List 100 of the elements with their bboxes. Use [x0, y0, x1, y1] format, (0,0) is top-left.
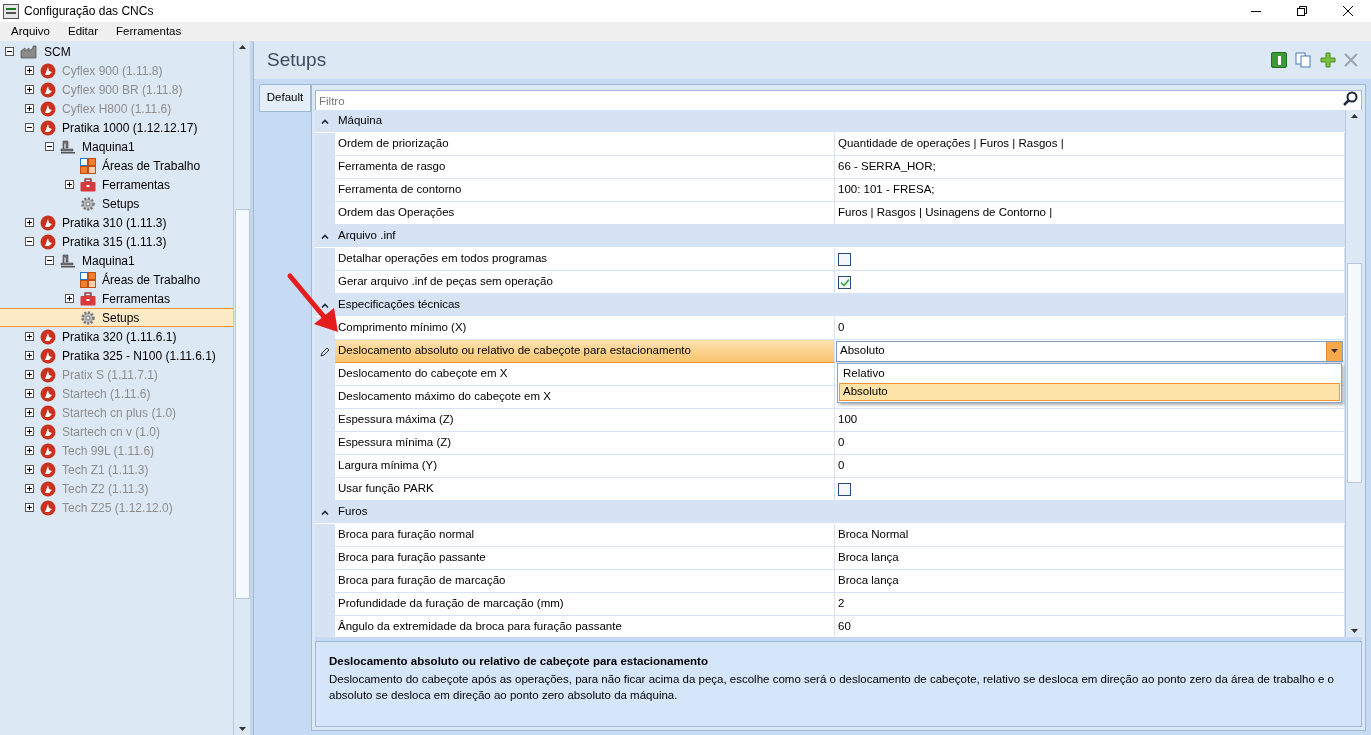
property-value: 66 - SERRA_HOR;	[835, 156, 1345, 179]
tree-item[interactable]: Ferramentas	[0, 289, 233, 308]
machine-icon	[60, 139, 76, 154]
tree-item[interactable]: Pratika 310 (1.11.3)	[0, 213, 233, 232]
tree-item[interactable]: Pratika 1000 (1.12.12.17)	[0, 118, 233, 137]
expand-button[interactable]	[25, 218, 34, 227]
factory-icon	[20, 44, 38, 59]
pencil-icon	[320, 346, 330, 357]
expand-button[interactable]	[25, 351, 34, 360]
logo-icon	[40, 404, 56, 421]
grid-icon	[80, 157, 96, 174]
expand-button[interactable]	[25, 332, 34, 341]
tree-item[interactable]: Pratika 320 (1.11.6.1)	[0, 327, 233, 346]
scrollbar[interactable]	[233, 41, 250, 735]
panel-title: Setups	[267, 47, 327, 72]
section-header[interactable]: Furos	[315, 501, 1345, 524]
property-row[interactable]: Detalhar operações em todos programas	[315, 248, 1345, 271]
tree-item[interactable]: Setups	[0, 194, 233, 213]
tree-item[interactable]: Maquina1	[0, 251, 233, 270]
scroll-down-icon[interactable]	[1350, 629, 1358, 633]
property-label: Detalhar operações em todos programas	[335, 248, 835, 271]
scroll-down-icon[interactable]	[238, 727, 246, 731]
collapse-button[interactable]	[25, 237, 34, 246]
scrollbar-thumb[interactable]	[234, 209, 250, 599]
add-icon[interactable]	[1320, 52, 1336, 68]
property-label: Usar função PARK	[335, 478, 835, 501]
tree-item[interactable]: SCM	[0, 42, 233, 61]
collapse-button[interactable]	[45, 256, 54, 265]
property-label: Gerar arquivo .inf de peças sem operação	[335, 271, 835, 294]
property-label: Broca para furação normal	[335, 524, 835, 547]
property-label: Ângulo da extremidade da broca para furação passante	[335, 616, 835, 637]
tree-item[interactable]: Maquina1	[0, 137, 233, 156]
property-row[interactable]: Usar função PARK	[315, 478, 1345, 501]
property-row[interactable]: Broca para furação passante Broca lança	[315, 547, 1345, 570]
gear-icon	[80, 195, 96, 212]
gear-icon	[80, 309, 96, 326]
checkbox[interactable]	[838, 482, 851, 496]
property-label: Largura mínima (Y)	[335, 455, 835, 478]
property-row[interactable]: Espessura máxima (Z) 100	[315, 409, 1345, 432]
tree-item[interactable]: Pratika 325 - N100 (1.11.6.1)	[0, 346, 233, 365]
property-row[interactable]: Gerar arquivo .inf de peças sem operação	[315, 271, 1345, 294]
property-row[interactable]: Ordem de priorização Quantidade de operações | Furos | Rasgos |	[315, 133, 1345, 156]
logo-icon	[40, 480, 56, 497]
property-value: 2	[835, 593, 1345, 616]
property-label: Deslocamento máximo do cabeçote em X	[335, 386, 835, 409]
dropdown-option[interactable]: Relativo	[839, 364, 1340, 383]
tab[interactable]: Default	[259, 84, 311, 112]
section-header[interactable]: Máquina	[315, 110, 1345, 133]
property-row[interactable]: Profundidade da furação de marcação (mm) 2	[315, 593, 1345, 616]
menu-item[interactable]: Editar	[61, 22, 106, 41]
property-row[interactable]: Comprimento mínimo (X) 0	[315, 317, 1345, 340]
property-row[interactable]: Largura mínima (Y) 0	[315, 455, 1345, 478]
toolbox-icon	[80, 177, 96, 192]
tree-item[interactable]: Setups	[0, 308, 233, 327]
scrollbar[interactable]	[1345, 110, 1362, 637]
search-icon[interactable]	[1342, 91, 1358, 107]
property-row[interactable]: Ângulo da extremidade da broca para furação passante 60	[315, 616, 1345, 637]
scroll-up-icon[interactable]	[1350, 114, 1358, 118]
checkbox[interactable]	[838, 252, 851, 266]
section-header[interactable]: Arquivo .inf	[315, 225, 1345, 248]
logo-icon	[40, 347, 56, 364]
property-row[interactable]: Broca para furação de marcação Broca lança	[315, 570, 1345, 593]
property-label: Broca para furação passante	[335, 547, 835, 570]
logo-icon	[40, 328, 56, 345]
tree-item[interactable]: Pratika 315 (1.11.3)	[0, 232, 233, 251]
scrollbar-thumb[interactable]	[1346, 263, 1362, 483]
property-row[interactable]: Ordem das Operações Furos | Rasgos | Usinagens de Contorno |	[315, 202, 1345, 225]
app-icon	[3, 3, 19, 19]
collapse-button[interactable]	[5, 47, 14, 56]
copy-icon[interactable]	[1295, 52, 1312, 68]
description-title: Deslocamento absoluto ou relativo de cabeçote para estacionamento	[329, 654, 709, 669]
property-row[interactable]: Espessura mínima (Z) 0	[315, 432, 1345, 455]
property-row[interactable]: Broca para furação normal Broca Normal	[315, 524, 1345, 547]
checkbox[interactable]	[838, 275, 851, 289]
property-value: 0	[835, 455, 1345, 478]
property-value: Quantidade de operações | Furos | Rasgos |	[835, 133, 1345, 156]
tree-item[interactable]: Áreas de Trabalho	[0, 270, 233, 289]
property-label: Profundidade da furação de marcação (mm)	[335, 593, 835, 616]
chevron-up-icon	[321, 302, 329, 308]
expand-button[interactable]	[65, 294, 74, 303]
tree-item[interactable]: Áreas de Trabalho	[0, 156, 233, 175]
dropdown-option[interactable]: Absoluto	[839, 382, 1340, 401]
logo-icon	[40, 366, 56, 383]
section-header[interactable]: Especificações técnicas	[315, 294, 1345, 317]
collapse-button[interactable]	[25, 123, 34, 132]
filter-field[interactable]: Filtro	[315, 90, 1362, 112]
collapse-button[interactable]	[45, 142, 54, 151]
property-row[interactable]: Ferramenta de rasgo 66 - SERRA_HOR;	[315, 156, 1345, 179]
menu-item[interactable]: Ferramentas	[109, 22, 189, 41]
info-icon[interactable]	[1271, 52, 1287, 68]
logo-icon	[40, 62, 56, 79]
logo-icon	[40, 214, 56, 231]
tree-item[interactable]: Ferramentas	[0, 175, 233, 194]
menu-item[interactable]: Arquivo	[4, 22, 57, 41]
scroll-up-icon[interactable]	[238, 45, 246, 49]
expand-button[interactable]	[65, 180, 74, 189]
caret-icon[interactable]	[1326, 341, 1342, 361]
logo-icon	[40, 119, 56, 136]
property-label: Ferramenta de contorno	[335, 179, 835, 202]
property-row[interactable]: Ferramenta de contorno 100: 101 - FRESA;	[315, 179, 1345, 202]
